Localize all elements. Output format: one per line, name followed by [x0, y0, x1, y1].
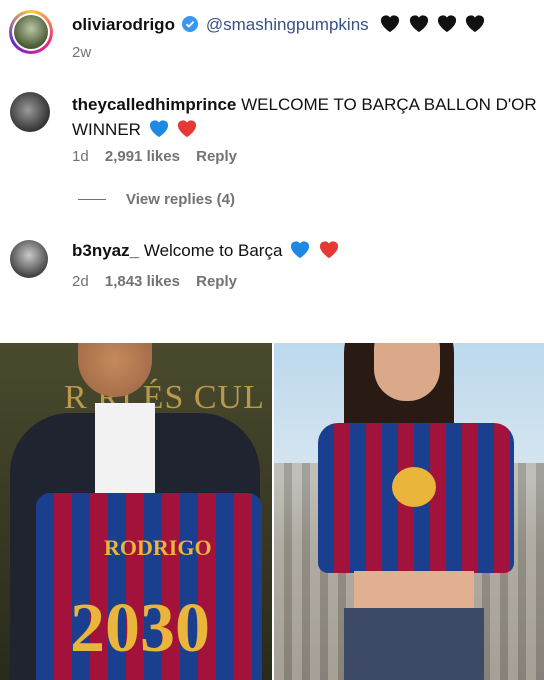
likes-count[interactable]: 2,991 likes	[105, 148, 180, 165]
comment-username[interactable]: oliviarodrigo	[72, 15, 175, 34]
photo-person-shirt	[95, 403, 155, 503]
photo-person-jeans	[344, 608, 484, 680]
comment-3: b3nyaz_ Welcome to Barça 2d 1,843 likes …	[0, 230, 544, 310]
verified-badge-icon	[182, 16, 199, 37]
comment-1-body: oliviarodrigo @smashingpumpkins	[72, 12, 486, 37]
comment-1: oliviarodrigo @smashingpumpkins 2w	[0, 0, 544, 75]
shirt-logo	[392, 467, 436, 507]
mention-link[interactable]: @smashingpumpkins	[206, 15, 369, 34]
reply-button[interactable]: Reply	[196, 273, 237, 290]
avatar-theycalledhimprince[interactable]	[10, 92, 50, 132]
heart-icon	[178, 120, 197, 138]
photo-left: R RI ÉS CUL RODRIGO 2030	[0, 343, 272, 680]
heart-icon	[319, 241, 338, 259]
heart-icons	[377, 15, 486, 34]
heart-icon	[381, 15, 400, 33]
avatar-b3nyaz[interactable]	[10, 240, 48, 278]
reply-button[interactable]: Reply	[196, 148, 237, 165]
heart-icon	[437, 15, 457, 33]
view-replies-button[interactable]: View replies (4)	[126, 191, 235, 208]
photo-person-midriff	[354, 571, 474, 611]
comment-text: Welcome to Barça	[143, 241, 283, 260]
heart-icon	[409, 15, 428, 33]
comment-2-body: theycalledhimprince WELCOME TO BARÇA BAL…	[72, 92, 538, 142]
shirt-number-text: 2030	[70, 590, 210, 667]
comment-3-body: b3nyaz_ Welcome to Barça	[72, 238, 340, 263]
comment-2-meta: 1d 2,991 likes Reply	[72, 148, 237, 165]
barca-shirt	[318, 423, 514, 573]
comment-3-meta: 2d 1,843 likes Reply	[72, 273, 237, 290]
replies-divider	[78, 199, 106, 200]
comment-2: theycalledhimprince WELCOME TO BARÇA BAL…	[0, 80, 544, 220]
photo-right	[274, 343, 544, 680]
barca-shirt: RODRIGO 2030	[36, 493, 262, 680]
comment-text: WINNER	[72, 120, 141, 139]
comment-time: 1d	[72, 148, 89, 165]
comment-text: WELCOME TO BARÇA BALLON D'OR	[241, 95, 537, 114]
comment-username[interactable]: b3nyaz_	[72, 241, 139, 260]
avatar-oliviarodrigo[interactable]	[9, 10, 53, 54]
comment-time: 2d	[72, 273, 89, 290]
comment-time: 2w	[72, 44, 92, 61]
comment-username[interactable]: theycalledhimprince	[72, 95, 236, 114]
shirt-name-text: RODRIGO	[104, 535, 212, 560]
heart-icon	[149, 120, 168, 138]
likes-count[interactable]: 1,843 likes	[105, 273, 180, 290]
heart-icon	[466, 15, 485, 33]
heart-icon	[291, 241, 310, 259]
